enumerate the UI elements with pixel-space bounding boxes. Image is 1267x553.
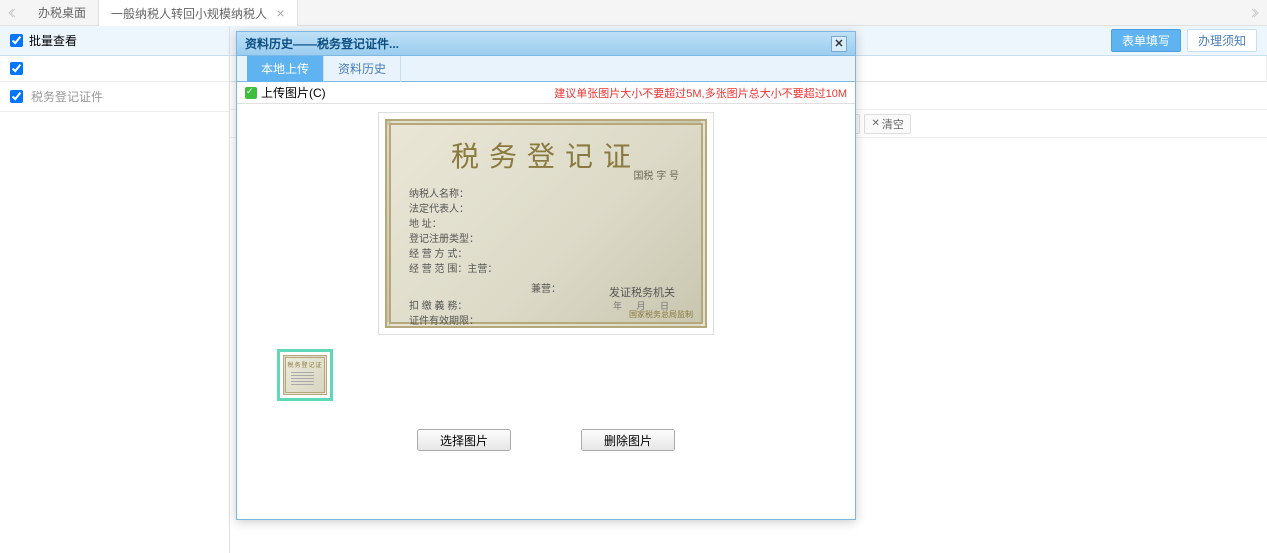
list-row-blank: [0, 56, 229, 82]
notice-button[interactable]: 办理须知: [1187, 29, 1257, 52]
clear-button[interactable]: ✕清空: [864, 114, 910, 134]
cert-field: 经 营 范 围：主营：: [409, 262, 683, 277]
tab-material-history[interactable]: 资料历史: [324, 56, 401, 82]
batch-checkbox[interactable]: [10, 34, 23, 47]
left-panel: 批量查看 税务登记证件: [0, 26, 230, 553]
close-icon[interactable]: ×: [276, 5, 284, 21]
cert-field: 地 址：: [409, 217, 683, 232]
chevron-right-icon: [1249, 8, 1259, 18]
dialog-tabs: 本地上传 资料历史: [237, 56, 855, 82]
cert-field: 纳税人名称：: [409, 187, 683, 202]
clear-icon: ✕: [871, 118, 879, 129]
tab-label: 资料历史: [338, 62, 386, 76]
top-tab-bar: 办税桌面 一般纳税人转回小规模纳税人 ×: [0, 0, 1267, 26]
dialog-title-bar[interactable]: 资料历史——税务登记证件... ✕: [237, 32, 855, 56]
row-checkbox[interactable]: [10, 90, 23, 103]
delete-image-button[interactable]: 删除图片: [581, 429, 675, 451]
tab-local-upload[interactable]: 本地上传: [247, 56, 324, 82]
cert-field: 登记注册类型：: [409, 232, 683, 247]
cert-field: 经 营 方 式：: [409, 247, 683, 262]
tab-label: 本地上传: [261, 62, 309, 76]
image-preview[interactable]: 税务登记证 国税 字 号 纳税人名称： 法定代表人： 地 址： 登记注册类型： …: [378, 112, 714, 335]
btn-label: 选择图片: [440, 434, 488, 448]
form-fill-button[interactable]: 表单填写: [1111, 29, 1181, 52]
btn-label: 办理须知: [1198, 34, 1246, 48]
size-warning: 建议单张图片大小不要超过5M,多张图片总大小不要超过10M: [554, 85, 847, 101]
preview-area: 税务登记证 国税 字 号 纳税人名称： 法定代表人： 地 址： 登记注册类型： …: [237, 104, 855, 519]
nav-prev-button[interactable]: [0, 8, 26, 18]
tab-label: 一般纳税人转回小规模纳税人: [111, 7, 267, 21]
choose-image-button[interactable]: 选择图片: [417, 429, 511, 451]
thumbnail-image: 税务登记证: [283, 355, 327, 395]
tab-label: 办税桌面: [38, 6, 86, 20]
cert-issuer: 发证税务机关: [609, 284, 675, 300]
cert-number: 国税 字 号: [633, 167, 679, 182]
upload-toolbar: 上传图片(C) 建议单张图片大小不要超过5M,多张图片总大小不要超过10M: [237, 82, 855, 104]
upload-label[interactable]: 上传图片(C): [261, 84, 326, 101]
check-icon: [245, 87, 257, 99]
upload-dialog: 资料历史——税务登记证件... ✕ 本地上传 资料历史 上传图片(C) 建议单张…: [236, 31, 856, 520]
row-checkbox[interactable]: [10, 62, 23, 75]
certificate-image: 税务登记证 国税 字 号 纳税人名称： 法定代表人： 地 址： 登记注册类型： …: [385, 119, 707, 328]
list-row-cert[interactable]: 税务登记证件: [0, 82, 229, 112]
batch-label: 批量查看: [29, 32, 77, 49]
cert-footer: 国家税务总局监制: [629, 309, 693, 320]
tab-taxpayer-convert[interactable]: 一般纳税人转回小规模纳税人 ×: [99, 0, 298, 26]
cert-fields: 纳税人名称： 法定代表人： 地 址： 登记注册类型： 经 营 方 式： 经 营 …: [409, 187, 683, 277]
tab-desktop[interactable]: 办税桌面: [26, 0, 99, 26]
cert-field: 法定代表人：: [409, 202, 683, 217]
nav-next-button[interactable]: [1241, 8, 1267, 18]
thumbnail-row: 税务登记证: [277, 349, 333, 401]
btn-label: 清空: [882, 116, 904, 132]
row-label: 税务登记证件: [31, 88, 103, 105]
btn-label: 表单填写: [1122, 34, 1170, 48]
dialog-buttons: 选择图片 删除图片: [417, 429, 675, 451]
thumbnail-selected[interactable]: 税务登记证: [277, 349, 333, 401]
btn-label: 删除图片: [604, 434, 652, 448]
batch-view-header: 批量查看: [0, 26, 229, 56]
chevron-left-icon: [8, 8, 18, 18]
close-button[interactable]: ✕: [831, 36, 847, 52]
dialog-title: 资料历史——税务登记证件...: [245, 35, 399, 52]
